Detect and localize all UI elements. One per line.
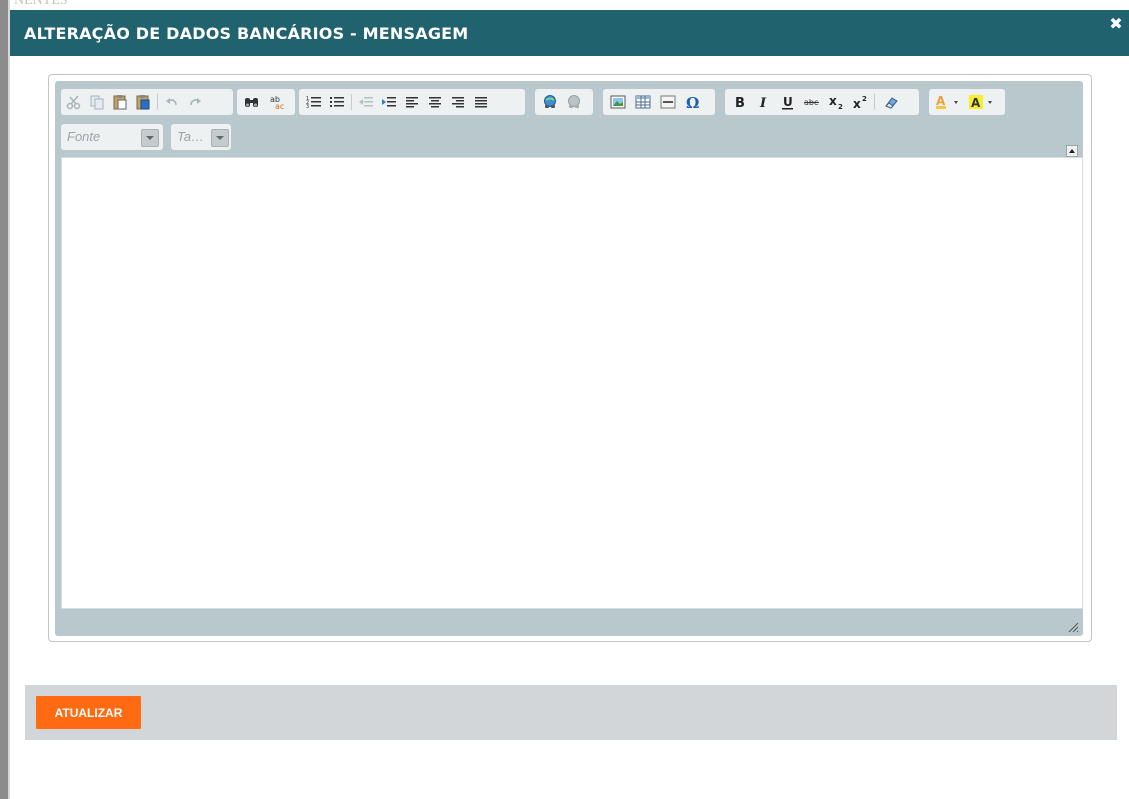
strikethrough-icon[interactable]: abc [802, 92, 822, 112]
image-icon[interactable] [608, 92, 628, 112]
svg-text:Ω: Ω [686, 94, 699, 110]
svg-text:U: U [783, 95, 793, 109]
paste-icon[interactable] [110, 92, 130, 112]
subscript-icon[interactable]: x2 [826, 92, 846, 112]
replace-icon[interactable]: ab ac [267, 92, 287, 112]
unlink-icon[interactable] [564, 92, 584, 112]
update-button[interactable]: ATUALIZAR [36, 696, 141, 729]
toolbar-collapse-button[interactable] [1066, 145, 1078, 157]
numbered-list-icon[interactable]: 123 [304, 92, 324, 112]
align-justify-icon[interactable] [471, 92, 491, 112]
editor-container: ab ac 123 Ω B I U abc x 2 x 2 A A Fonte … [55, 81, 1083, 636]
toolbar-group-find: ab ac [237, 89, 295, 115]
toolbar-group-text-style: B I U abc x2 x2 [725, 89, 919, 115]
font-family-select[interactable]: Fonte [61, 124, 163, 150]
svg-text:x: x [829, 94, 837, 108]
svg-text:A: A [971, 96, 981, 110]
align-right-icon[interactable] [448, 92, 468, 112]
svg-text:3: 3 [306, 104, 309, 110]
undo-icon[interactable] [162, 92, 182, 112]
find-icon[interactable] [242, 92, 262, 112]
remove-format-icon[interactable] [881, 92, 901, 112]
svg-text:A: A [936, 94, 946, 108]
special-character-icon[interactable]: Ω [683, 92, 703, 112]
superscript-icon[interactable]: x2 [850, 92, 870, 112]
redo-icon[interactable] [185, 92, 205, 112]
link-icon[interactable] [540, 92, 560, 112]
align-center-icon[interactable] [425, 92, 445, 112]
table-icon[interactable] [633, 92, 653, 112]
chevron-down-icon[interactable] [141, 129, 159, 147]
toolbar-group-paragraph: 123 [299, 89, 525, 115]
align-left-icon[interactable] [402, 92, 422, 112]
toolbar-group-colors: A A [929, 89, 1005, 115]
svg-text:2: 2 [862, 95, 867, 103]
modal-dialog: ALTERAÇÃO DE DADOS BANCÁRIOS - MENSAGEM … [10, 10, 1129, 799]
toolbar-group-clipboard [61, 89, 233, 115]
background-ghost-text: NENTES [14, 0, 68, 8]
toolbar-separator [157, 94, 158, 110]
copy-icon[interactable] [87, 92, 107, 112]
font-size-select[interactable]: Ta… [171, 124, 231, 150]
modal-header: ALTERAÇÃO DE DADOS BANCÁRIOS - MENSAGEM … [10, 10, 1129, 56]
font-family-select-label: Fonte [67, 129, 101, 144]
chevron-down-icon[interactable] [211, 129, 229, 147]
bold-icon[interactable]: B [730, 92, 750, 112]
toolbar-separator [351, 94, 352, 110]
italic-icon[interactable]: I [754, 92, 774, 112]
decrease-indent-icon[interactable] [356, 92, 376, 112]
paste-from-word-icon[interactable] [133, 92, 153, 112]
toolbar-group-links [535, 89, 593, 115]
modal-footer: ATUALIZAR [25, 685, 1117, 740]
modal-title: ALTERAÇÃO DE DADOS BANCÁRIOS - MENSAGEM [24, 24, 469, 43]
increase-indent-icon[interactable] [379, 92, 399, 112]
font-size-select-label: Ta… [177, 129, 204, 144]
page-left-border [0, 0, 8, 799]
svg-text:I: I [759, 96, 767, 110]
svg-text:B: B [735, 96, 745, 110]
svg-text:ac: ac [275, 102, 284, 110]
toolbar-separator [874, 94, 875, 110]
bulleted-list-icon[interactable] [327, 92, 347, 112]
horizontal-line-icon[interactable] [658, 92, 678, 112]
svg-text:x: x [853, 97, 861, 110]
svg-text:2: 2 [838, 103, 843, 110]
cut-icon[interactable] [64, 92, 84, 112]
resize-grip-icon[interactable] [1067, 620, 1079, 633]
underline-icon[interactable]: U [778, 92, 798, 112]
rich-text-editor: ab ac 123 Ω B I U abc x 2 x 2 A A Fonte … [48, 74, 1092, 642]
toolbar-group-insert: Ω [603, 89, 715, 115]
editor-content-area[interactable] [61, 157, 1083, 609]
close-icon[interactable]: ✖ [1109, 16, 1123, 32]
background-color-icon[interactable]: A [967, 92, 997, 112]
text-color-icon[interactable]: A [933, 92, 963, 112]
